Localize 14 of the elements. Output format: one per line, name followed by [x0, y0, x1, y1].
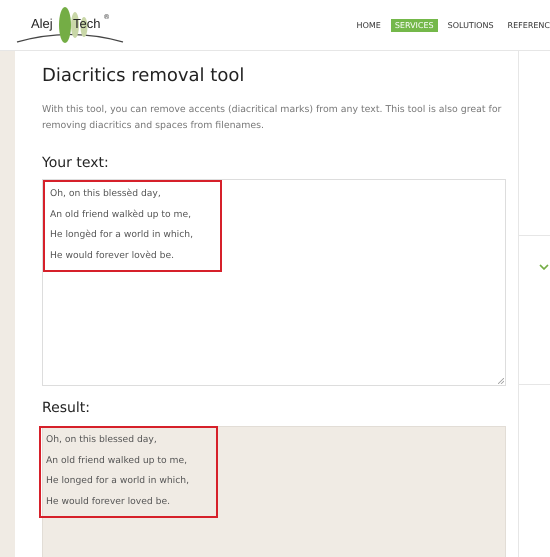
resize-grip-icon[interactable] [498, 378, 504, 384]
result-field: Oh, on this blessed day, An old friend walked up to me, He longed for a world in which, He would forever loved be. [42, 426, 506, 557]
logo-text: Tech [73, 16, 100, 31]
nav-link[interactable]: SOLUTIONS [444, 18, 498, 32]
chevron-down-icon[interactable] [539, 264, 549, 270]
logo-text: Alej [31, 16, 53, 31]
description: With this tool, you can remove accents (diacritical marks) from any text. This tool is also great for removing diacritics and spaces from filenames. [42, 103, 502, 133]
input-label: Your text: [42, 155, 110, 171]
nav-link[interactable]: REFERENC [504, 18, 550, 32]
page-title: Diacritics removal tool [42, 65, 246, 86]
result-label: Result: [42, 400, 91, 416]
text-input-field[interactable]: Oh, on this blessèd day, An old friend walkèd up to me, He longèd for a world in which, He would forever lovèd be. [42, 179, 506, 386]
nav-link[interactable]: HOME [352, 18, 385, 32]
leaf-logo-icon [15, 5, 125, 45]
